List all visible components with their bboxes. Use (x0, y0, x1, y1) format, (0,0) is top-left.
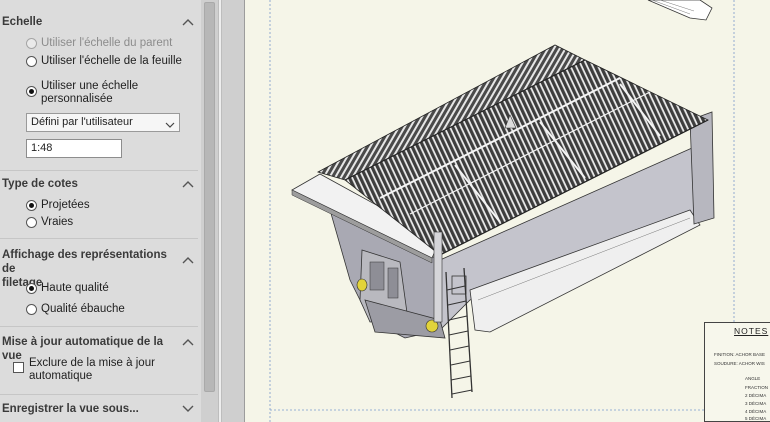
use-custom-scale-option[interactable]: Utiliser une échelle personnalisée (26, 80, 138, 106)
save-view-section-header[interactable]: Enregistrer la vue sous... (0, 402, 201, 416)
chevron-up-icon[interactable] (181, 178, 195, 190)
section-divider (0, 238, 198, 239)
high-quality-option[interactable]: Haute qualité (26, 282, 109, 295)
projected-dimensions-option[interactable]: Projetées (26, 199, 90, 212)
scale-section-title: Echelle (2, 16, 43, 28)
chevron-down-icon (165, 118, 175, 135)
custom-scale-input[interactable]: 1:48 (26, 139, 122, 158)
partial-drawing-view[interactable] (647, 0, 713, 21)
notes-line: 5 DÉCIMA (745, 416, 767, 421)
panel-scrollbar-thumb[interactable] (204, 2, 215, 392)
use-custom-scale-radio[interactable] (26, 86, 37, 97)
notes-line: FRACTION (745, 385, 768, 390)
use-parent-scale-option[interactable]: Utiliser l'échelle du parent (26, 37, 172, 50)
save-view-section-title: Enregistrer la vue sous... (2, 403, 139, 415)
use-sheet-scale-radio[interactable] (26, 56, 37, 67)
chevron-down-icon[interactable] (181, 403, 195, 415)
section-divider (0, 170, 198, 171)
section-divider (0, 394, 198, 395)
high-quality-radio[interactable] (26, 283, 37, 294)
true-dimensions-label: Vraies (41, 216, 74, 228)
panel-scrollbar[interactable] (201, 0, 218, 422)
notes-block[interactable] (704, 322, 770, 422)
exclude-auto-update-label: Exclure de la mise à jour automatique (29, 357, 155, 383)
notes-line: SOUDURE: ACHOR WIS (714, 361, 765, 366)
use-parent-scale-label: Utiliser l'échelle du parent (41, 37, 173, 49)
use-sheet-scale-option[interactable]: Utiliser l'échelle de la feuille (26, 55, 182, 68)
use-custom-scale-label-line1: Utiliser une échelle (41, 80, 139, 92)
draft-quality-label: Qualité ébauche (41, 303, 125, 315)
high-quality-label: Haute qualité (41, 282, 109, 294)
notes-line: ANGLE (745, 376, 761, 381)
notes-title: NOTES (734, 326, 769, 336)
exclude-auto-update-label-line1: Exclure de la mise à jour (29, 357, 155, 369)
projected-dimensions-radio[interactable] (26, 200, 37, 211)
drawing-view-svg[interactable] (222, 0, 770, 422)
draft-quality-radio[interactable] (26, 304, 37, 315)
dimension-type-section-title: Type de cotes (2, 178, 78, 190)
notes-line: 2 DÉCIMA (745, 393, 767, 398)
section-divider (0, 326, 198, 327)
thread-display-title-line1: Affichage des représentations de (2, 249, 167, 275)
dimension-type-section-header[interactable]: Type de cotes (0, 177, 201, 191)
chevron-up-icon[interactable] (181, 336, 195, 348)
exclude-auto-update-label-line2: automatique (29, 370, 93, 382)
chevron-up-icon[interactable] (181, 254, 195, 266)
property-manager-panel: Echelle Utiliser l'échelle du parent Uti… (0, 0, 201, 422)
use-custom-scale-label: Utiliser une échelle personnalisée (41, 80, 138, 106)
use-sheet-scale-label: Utiliser l'échelle de la feuille (41, 55, 182, 67)
scale-section-header[interactable]: Echelle (0, 15, 201, 29)
true-dimensions-option[interactable]: Vraies (26, 216, 73, 229)
projected-dimensions-label: Projetées (41, 199, 90, 211)
use-parent-scale-radio[interactable] (26, 38, 37, 49)
exclude-auto-update-option[interactable]: Exclure de la mise à jour automatique (13, 357, 155, 383)
notes-line: FINITION: ACHOR BASE (714, 352, 766, 357)
machine-isometric-view[interactable] (291, 44, 715, 399)
scale-type-dropdown[interactable]: Défini par l'utilisateur (26, 113, 180, 132)
scale-type-dropdown-value: Défini par l'utilisateur (31, 116, 133, 128)
draft-quality-option[interactable]: Qualité ébauche (26, 303, 125, 316)
true-dimensions-radio[interactable] (26, 217, 37, 228)
notes-line: 3 DÉCIMA (745, 401, 767, 406)
exclude-auto-update-checkbox[interactable] (13, 362, 24, 373)
notes-line: 4 DÉCIMA (745, 409, 767, 414)
chevron-up-icon[interactable] (181, 16, 195, 28)
use-custom-scale-label-line2: personnalisée (41, 93, 113, 105)
